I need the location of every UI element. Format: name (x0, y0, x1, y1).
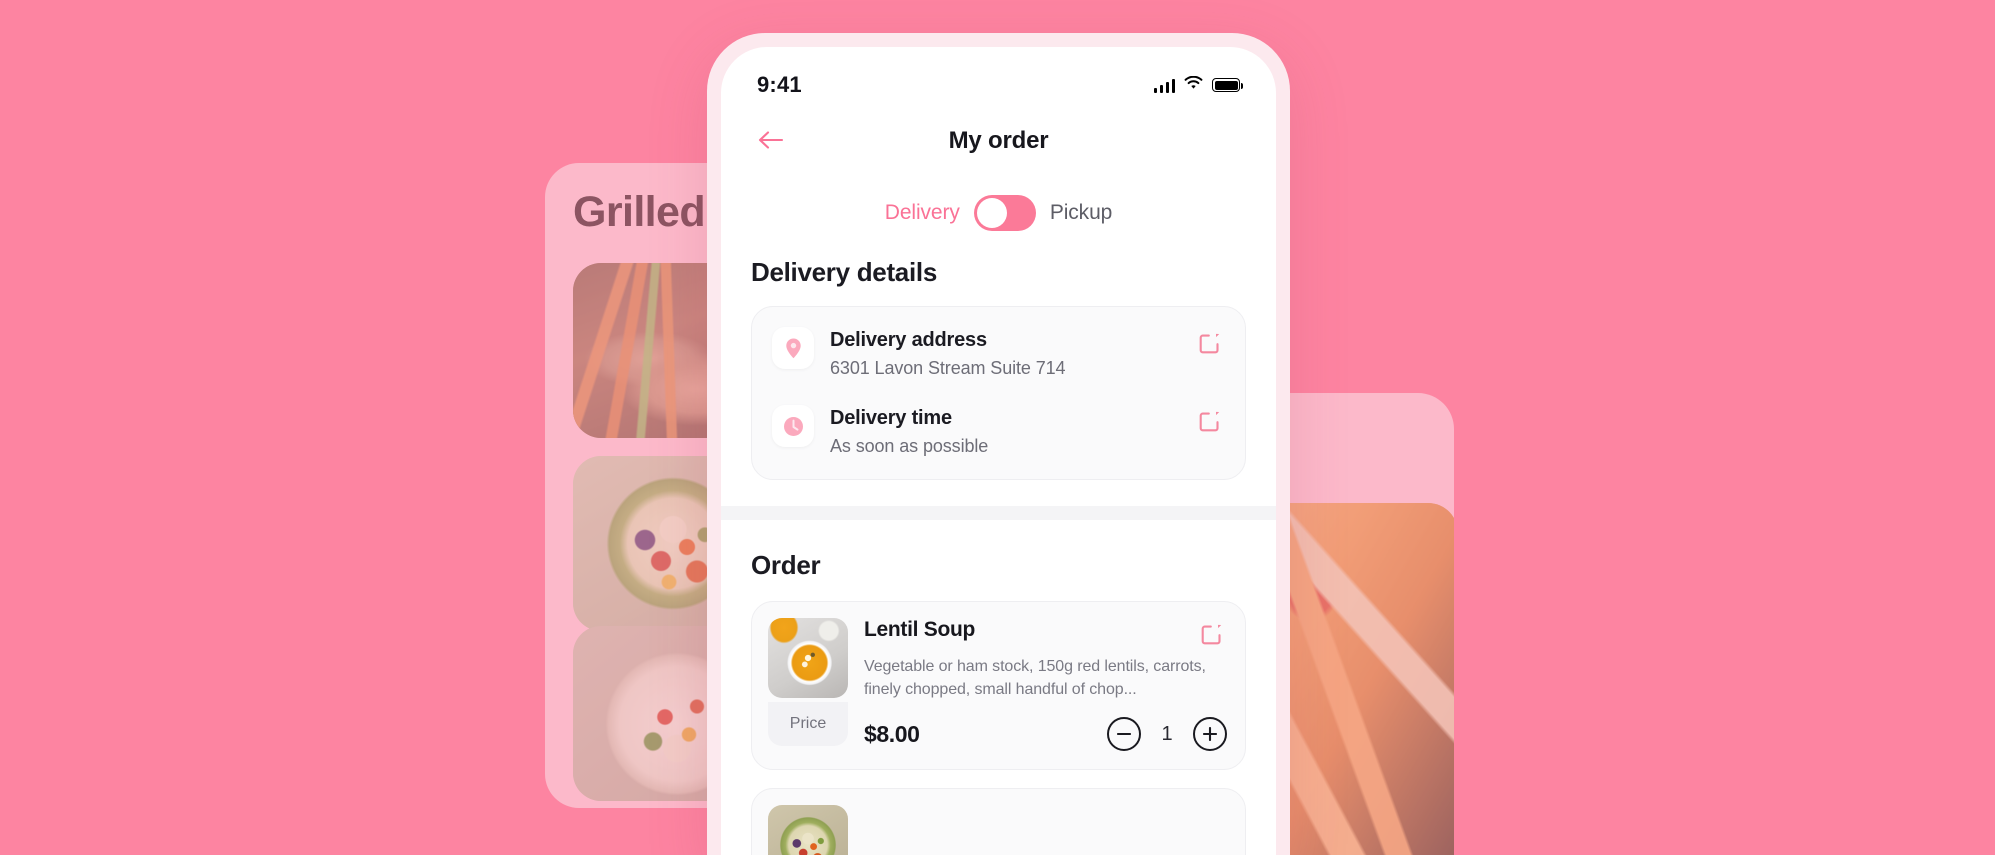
back-button[interactable] (751, 121, 791, 161)
clock-icon (772, 405, 814, 447)
minus-icon (1117, 733, 1131, 736)
order-item-name: Lentil Soup (864, 618, 976, 641)
status-bar-time: 9:41 (757, 72, 802, 97)
delivery-time-row[interactable]: Delivery time As soon as possible (772, 405, 1225, 457)
delivery-address-row[interactable]: Delivery address 6301 Lavon Stream Suite… (772, 327, 1225, 379)
order-panel: Order Price Lentil Soup Vegetable or ham… (721, 520, 1276, 855)
decrement-quantity-button[interactable] (1107, 717, 1141, 752)
phone-frame: 9:41 My order Delivery Pickup Delivery d… (707, 33, 1290, 855)
edit-square-icon (1198, 409, 1222, 436)
order-item-description: Vegetable or ham stock, 150g red lentils… (864, 658, 1206, 698)
wifi-icon (1184, 75, 1203, 95)
quantity-stepper: 1 (1107, 717, 1227, 752)
increment-quantity-button[interactable] (1193, 717, 1227, 752)
delivery-details-panel: Delivery details Delivery address 6301 L… (721, 257, 1276, 480)
panel-divider (721, 506, 1276, 520)
edit-order-item-button[interactable] (1197, 620, 1227, 650)
status-bar-icons (1153, 75, 1243, 95)
delivery-address-value: 6301 Lavon Stream Suite 714 (830, 358, 1066, 378)
cellular-signal-icon (1153, 78, 1175, 93)
switch-knob (976, 198, 1007, 228)
order-item-thumbnail-column: Price (768, 618, 848, 751)
toggle-label-pickup[interactable]: Pickup (1050, 201, 1113, 225)
quantity-value: 1 (1161, 722, 1173, 745)
arrow-left-icon (758, 130, 784, 153)
lentil-soup-photo (768, 618, 848, 698)
delivery-pickup-toggle-row: Delivery Pickup (721, 173, 1276, 257)
battery-icon (1212, 78, 1243, 92)
delivery-details-heading: Delivery details (751, 257, 937, 287)
order-item-thumbnail-column (768, 805, 848, 855)
edit-square-icon (1198, 331, 1222, 358)
edit-delivery-address-button[interactable] (1195, 329, 1225, 359)
delivery-address-title: Delivery address (830, 329, 987, 351)
order-item-body: Lentil Soup Vegetable or ham stock, 150g… (864, 618, 1227, 752)
order-item-price: $8.00 (864, 720, 920, 747)
order-item-footer: $8.00 1 (864, 717, 1227, 752)
order-item-body (864, 805, 1227, 855)
order-item-row[interactable]: Price Lentil Soup Vegetable or ham stock… (751, 601, 1246, 771)
second-dish-photo (768, 805, 848, 855)
map-pin-icon (772, 327, 814, 369)
delivery-details-card: Delivery address 6301 Lavon Stream Suite… (751, 306, 1246, 480)
delivery-time-value: As soon as possible (830, 436, 989, 456)
delivery-pickup-switch[interactable] (973, 195, 1036, 231)
order-heading: Order (751, 550, 821, 580)
navigation-bar: My order (721, 109, 1276, 173)
phone-screen: 9:41 My order Delivery Pickup Delivery d… (721, 47, 1276, 855)
status-bar: 9:41 (721, 47, 1276, 109)
plus-icon (1203, 727, 1217, 742)
price-label: Price (768, 702, 848, 746)
page-title: My order (948, 127, 1049, 154)
order-item-row[interactable] (751, 788, 1246, 855)
edit-square-icon (1200, 622, 1224, 649)
delivery-time-title: Delivery time (830, 407, 952, 429)
edit-delivery-time-button[interactable] (1195, 407, 1225, 437)
background-card-title: Grilled (573, 188, 706, 236)
toggle-label-delivery[interactable]: Delivery (885, 201, 960, 225)
order-item-header: Lentil Soup (864, 618, 1227, 650)
